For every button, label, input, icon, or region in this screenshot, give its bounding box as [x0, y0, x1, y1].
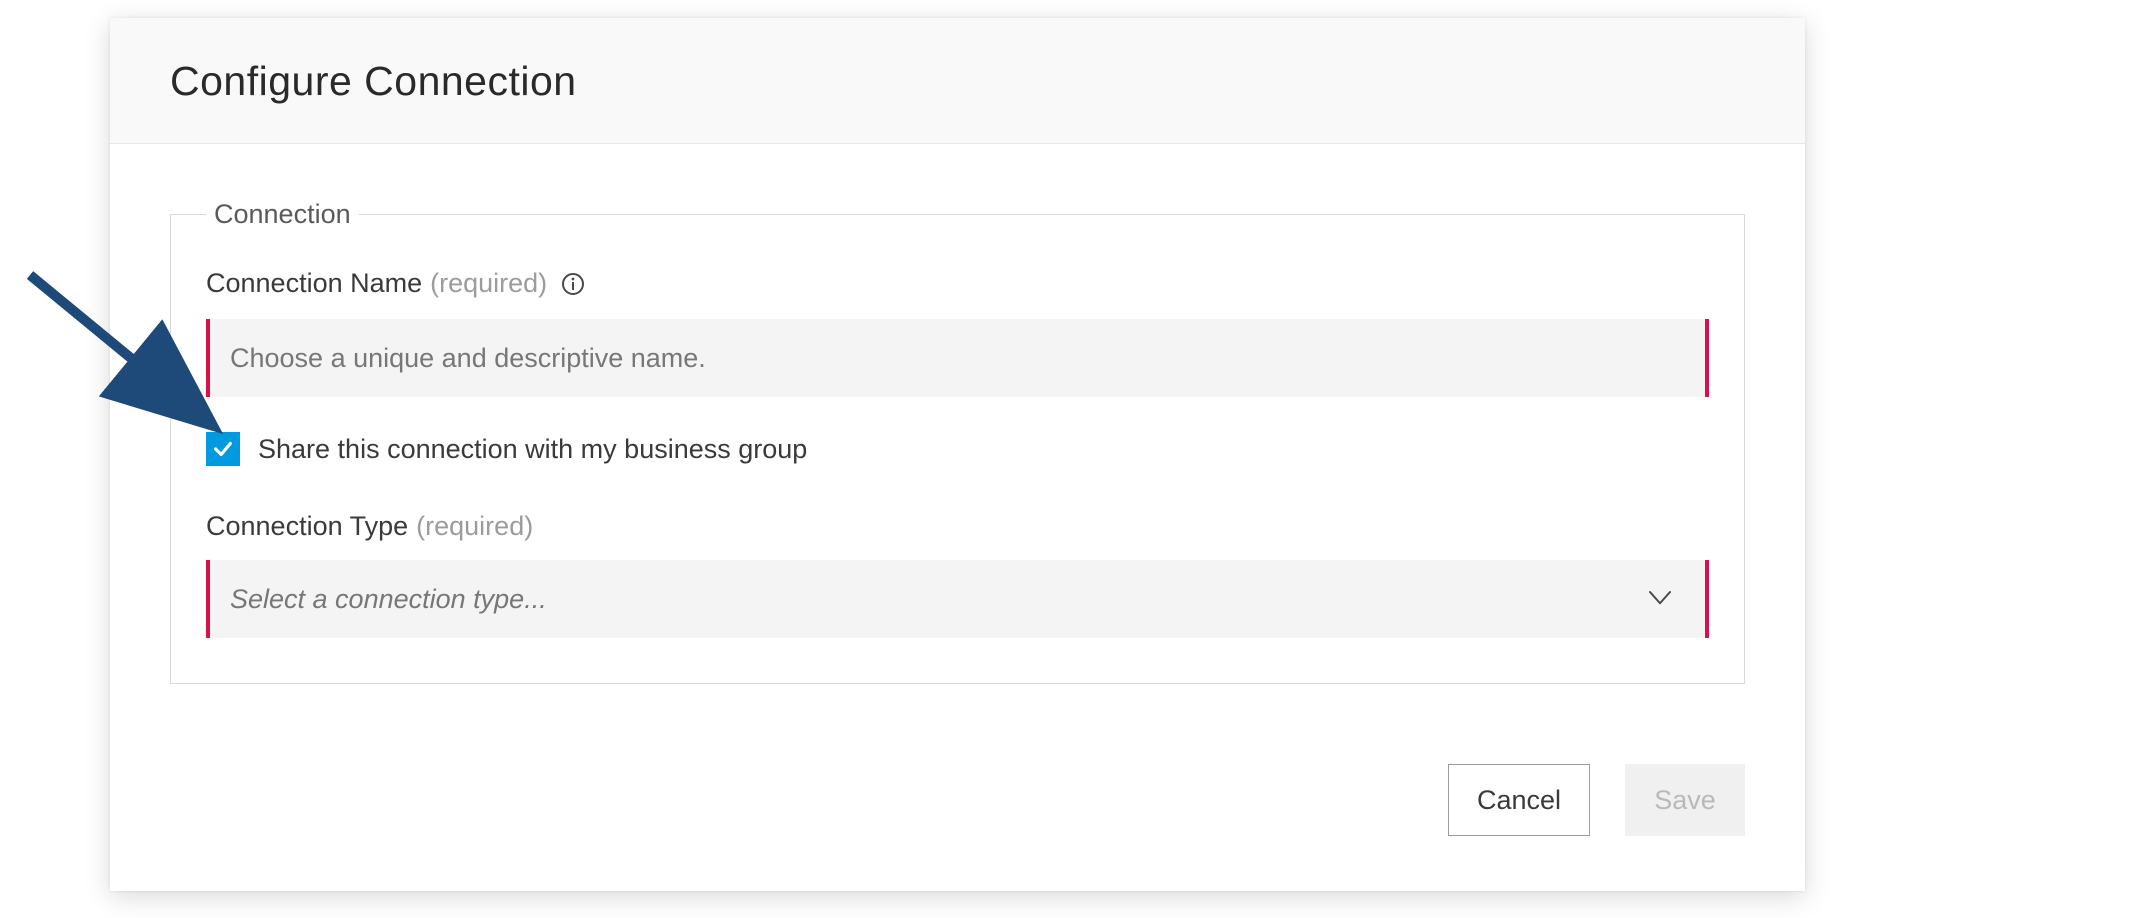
- fieldset-legend: Connection: [206, 199, 359, 230]
- configure-connection-dialog: Configure Connection Connection Connecti…: [110, 18, 1805, 891]
- dialog-body: Connection Connection Name (required): [110, 144, 1805, 764]
- connection-type-label-text: Connection Type: [206, 511, 408, 542]
- connection-name-label: Connection Name (required): [206, 268, 1709, 299]
- connection-type-select[interactable]: Select a connection type...: [206, 560, 1709, 638]
- dialog-title: Configure Connection: [170, 58, 1745, 105]
- connection-name-required: (required): [430, 268, 547, 299]
- connection-name-row: Connection Name (required): [206, 268, 1709, 397]
- save-button: Save: [1625, 764, 1745, 836]
- connection-type-row: Connection Type (required) Select a conn…: [206, 511, 1709, 638]
- dialog-header: Configure Connection: [110, 18, 1805, 144]
- connection-fieldset: Connection Connection Name (required): [170, 199, 1745, 684]
- connection-type-placeholder: Select a connection type...: [230, 584, 547, 615]
- connection-type-required: (required): [416, 511, 533, 542]
- connection-name-label-text: Connection Name: [206, 268, 422, 299]
- chevron-down-icon: [1645, 582, 1675, 617]
- share-checkbox-row: Share this connection with my business g…: [206, 432, 1709, 466]
- cancel-button[interactable]: Cancel: [1448, 764, 1590, 836]
- info-icon[interactable]: [561, 272, 585, 296]
- share-checkbox[interactable]: [206, 432, 240, 466]
- dialog-footer: Cancel Save: [110, 764, 1805, 891]
- connection-name-input[interactable]: [206, 319, 1709, 397]
- share-checkbox-label: Share this connection with my business g…: [258, 434, 807, 465]
- connection-type-label: Connection Type (required): [206, 511, 1709, 542]
